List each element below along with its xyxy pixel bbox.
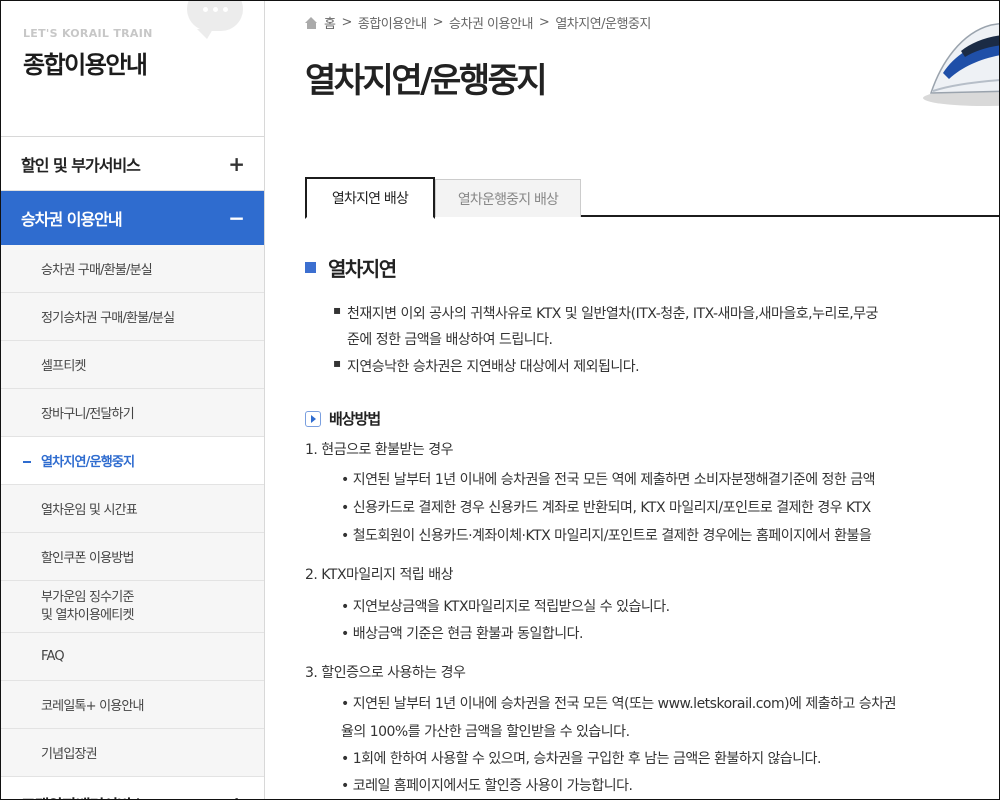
category-label: 승차권 이용안내 [21,209,123,229]
expand-plus-icon[interactable]: + [228,792,245,800]
breadcrumb-ticket[interactable]: 승차권 이용안내 [449,13,533,32]
page-title: 열차지연/운행중지 [305,61,548,101]
sidebar-item-self-ticket[interactable]: 셀프티켓 [1,341,264,389]
collapse-minus-icon[interactable]: − [228,206,245,230]
current-dash-icon [23,460,31,463]
category-label: 고객약자배려서비스 [21,792,145,800]
tab-delay-compensation[interactable]: 열차지연 배상 [305,177,435,219]
square-bullet-icon [305,262,316,273]
group-2-line-1: • 지연보상금액을 KTX마일리지로 적립받으실 수 있습니다. [341,599,670,615]
main-content: 홈 > 종합이용안내 > 승차권 이용안내 > 열차지연/운행중지 열차지연/운… [265,1,999,799]
sidebar-item-coupon[interactable]: 할인쿠폰 이용방법 [1,533,264,581]
sidebar-item-faq[interactable]: FAQ [1,633,264,681]
tab-bar: 열차지연 배상 열차운행중지 배상 [305,177,999,219]
group-3-title: 3. 할인증으로 사용하는 경우 [305,665,466,681]
breadcrumb-current: 열차지연/운행중지 [555,17,651,32]
group-3-line-1-cont: 율의 100%를 가산한 금액을 할인받을 수 있습니다. [341,724,630,740]
intro-line-1-cont: 준에 정한 금액을 배상하여 드립니다. [347,332,553,348]
sidebar: LET'S KORAIL TRAIN 종합이용안내 할인 및 부가서비스 + 승… [1,1,265,800]
section-heading-text: 열차지연 [328,257,397,281]
group-3-line-1: • 지연된 날부터 1년 이내에 승차권을 전국 모든 역(또는 www.let… [341,696,897,712]
home-icon[interactable] [305,16,318,29]
group-3-line-2: • 1회에 한하여 사용할 수 있으며, 승차권을 구입한 후 남는 금액은 환… [341,751,822,767]
group-3-line-3: • 코레일 홈페이지에서도 할인증 사용이 가능합니다. [341,778,633,794]
breadcrumb-separator: > [538,15,550,30]
breadcrumb-home[interactable]: 홈 [324,13,336,32]
sidebar-category-ticket-guide[interactable]: 승차권 이용안내 − [1,191,264,245]
brand-title: 종합이용안내 [23,51,148,79]
sidebar-item-fares[interactable]: 열차운임 및 시간표 [1,485,264,533]
sidebar-item-etiquette[interactable]: 부가운임 징수기준 및 열차이용에티켓 [1,581,264,633]
sidebar-item-season-ticket[interactable]: 정기승차권 구매/환불/분실 [1,293,264,341]
group-2-line-2: • 배상금액 기준은 현금 환불과 동일합니다. [341,626,583,642]
sidebar-item-cart[interactable]: 장바구니/전달하기 [1,389,264,437]
breadcrumb-separator: > [341,15,352,30]
group-2-title: 2. KTX마일리지 적립 배상 [305,567,453,583]
sidebar-category-accessibility[interactable]: 고객약자배려서비스 + [1,777,264,800]
group-1-line-2: • 신용카드로 결제한 경우 신용카드 계좌로 반환되며, KTX 마일리지/포… [341,500,871,516]
brand-subtitle: LET'S KORAIL TRAIN [23,27,153,40]
sidebar-item-label-line1: 부가운임 징수기준 [41,589,134,605]
sidebar-item-platform-ticket[interactable]: 기념입장권 [1,729,264,777]
category-label: 할인 및 부가서비스 [21,155,141,175]
subsection-heading: 배상방법 [305,408,381,429]
sidebar-category-discount[interactable]: 할인 및 부가서비스 + [1,137,264,191]
sidebar-item-label: 열차지연/운행중지 [41,455,135,470]
sidebar-item-delay[interactable]: 열차지연/운행중지 [1,437,264,485]
ktx-train-illustration [923,22,999,106]
page-frame: LET'S KORAIL TRAIN 종합이용안내 할인 및 부가서비스 + 승… [0,0,1000,800]
group-1-title: 1. 현금으로 환불받는 경우 [305,442,454,458]
group-1-line-3: • 철도회원이 신용카드·계좌이체·KTX 마일리지/포인트로 결제한 경우에는… [341,528,872,544]
expand-plus-icon[interactable]: + [228,152,245,176]
breadcrumb-separator: > [432,15,444,30]
sidebar-item-korail-talk[interactable]: 코레일톡+ 이용안내 [1,681,264,729]
sidebar-brand: LET'S KORAIL TRAIN 종합이용안내 [1,1,264,137]
subsection-heading-text: 배상방법 [329,410,381,428]
intro-line-1: 천재지변 이외 공사의 귀책사유로 KTX 및 일반열차(ITX-청춘, ITX… [333,303,878,323]
sidebar-item-ticket-purchase[interactable]: 승차권 구매/환불/분실 [1,245,264,293]
breadcrumb: 홈 > 종합이용안내 > 승차권 이용안내 > 열차지연/운행중지 [305,13,651,32]
tab-cancel-compensation[interactable]: 열차운행중지 배상 [435,179,581,217]
speech-bubble-icon [187,1,243,39]
intro-line-2: 지연승낙한 승차권은 지연배상 대상에서 제외됩니다. [333,356,640,376]
sidebar-item-label-line2: 및 열차이용에티켓 [41,607,134,623]
breadcrumb-guide[interactable]: 종합이용안내 [358,13,427,32]
play-bullet-icon [305,410,321,427]
section-heading: 열차지연 [305,253,397,282]
group-1-line-1: • 지연된 날부터 1년 이내에 승차권을 전국 모든 역에 제출하면 소비자분… [341,472,876,488]
